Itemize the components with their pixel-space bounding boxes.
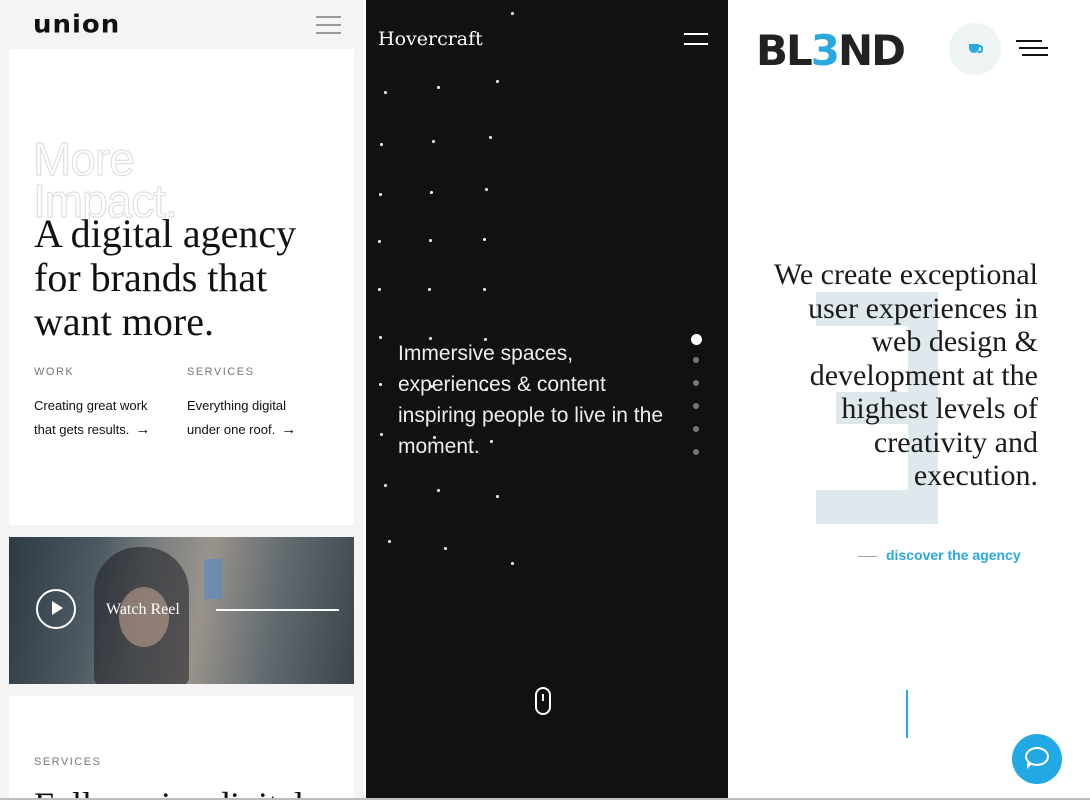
blend-headline: We create exceptional user experiences i…	[773, 258, 1038, 492]
services-text-1: Everything digital	[187, 398, 286, 413]
union-logo[interactable]: union	[33, 11, 120, 40]
logo-accent: 3	[810, 26, 840, 75]
slide-dot-5[interactable]	[693, 426, 699, 432]
union-headline: A digital agency for brands that want mo…	[34, 211, 297, 344]
logo-part-2: ND	[838, 26, 906, 75]
services-section-label: SERVICES	[34, 756, 102, 768]
hovercraft-menu-icon[interactable]	[684, 33, 708, 47]
services-label: SERVICES	[187, 366, 255, 378]
hovercraft-panel: Hovercraft Immersive spaces, experiences…	[366, 0, 728, 800]
outline-line-1: More	[32, 133, 135, 185]
watch-reel-label: Watch Reel	[106, 601, 180, 618]
services-text-2: under one roof.	[187, 422, 276, 437]
arrow-right-icon: →	[135, 421, 151, 438]
slide-dot-6[interactable]	[693, 449, 699, 455]
scroll-indicator-line	[906, 690, 908, 738]
work-link[interactable]: Creating great work that gets results. →	[34, 394, 174, 442]
work-text-1: Creating great work	[34, 398, 148, 413]
coffee-cup-icon[interactable]	[949, 23, 1001, 75]
blend-menu-icon[interactable]	[1016, 40, 1048, 58]
union-menu-icon[interactable]	[316, 16, 341, 34]
services-link[interactable]: Everything digital under one roof. →	[187, 394, 327, 442]
arrow-right-icon: →	[281, 421, 297, 438]
blend-logo[interactable]: BL3ND	[756, 26, 906, 75]
work-label: WORK	[34, 366, 75, 378]
slide-dot-1[interactable]	[690, 334, 702, 345]
chat-bubble-icon[interactable]	[1012, 734, 1062, 784]
hovercraft-logo[interactable]: Hovercraft	[378, 28, 483, 50]
reel-progress-line	[216, 609, 339, 611]
slide-dot-2[interactable]	[693, 357, 699, 363]
union-panel: union More Impact. A digital agency for …	[0, 0, 364, 800]
discover-agency-link[interactable]: discover the agency	[858, 547, 1021, 563]
reel-video[interactable]: Watch Reel	[9, 537, 354, 684]
hovercraft-tagline: Immersive spaces, experiences & content …	[398, 342, 664, 458]
logo-part-1: BL	[756, 26, 813, 75]
services-column: SERVICES Everything digital under one ro…	[187, 366, 327, 442]
slide-pagination	[690, 334, 702, 472]
slide-dot-3[interactable]	[693, 380, 699, 386]
work-text-2: that gets results.	[34, 422, 130, 437]
work-column: WORK Creating great work that gets resul…	[34, 366, 174, 442]
scroll-mouse-icon[interactable]	[535, 687, 551, 715]
slide-dot-4[interactable]	[693, 403, 699, 409]
blend-panel: BL3ND We create exceptional user experie…	[728, 0, 1090, 800]
outline-text: More Impact.	[32, 133, 178, 224]
play-icon[interactable]	[36, 589, 76, 629]
